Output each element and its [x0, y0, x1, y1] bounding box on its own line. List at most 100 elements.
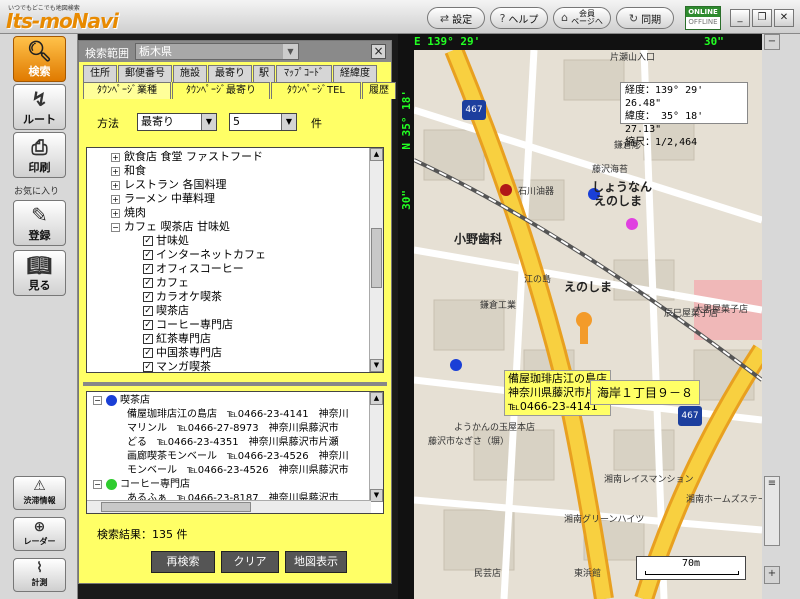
expand-icon[interactable]: +: [111, 166, 120, 176]
settings-button[interactable]: ⇄ 設定: [427, 7, 485, 29]
checkbox-checked-icon[interactable]: ✓: [143, 306, 153, 316]
tab-row1-4[interactable]: 駅: [253, 65, 275, 82]
result-group[interactable]: − コーヒー専門店: [93, 478, 190, 492]
zoom-slider[interactable]: ≡: [764, 476, 780, 546]
tree-checkbox-item[interactable]: ✓ 紅茶専門店: [143, 332, 211, 346]
tree-checkbox-item[interactable]: ✓ マンガ喫茶: [143, 360, 211, 372]
panel-close-button[interactable]: ×: [371, 44, 386, 59]
map-canvas[interactable]: 467 467 片瀬山入口 鎌倉彫 藤沢海苔 石川油器 しょうなん えのしま 小野歯科 えのし…: [414, 50, 762, 599]
result-row[interactable]: モンベール ℡0466-23-4526 神奈川県藤沢市: [127, 464, 349, 478]
checkbox-checked-icon[interactable]: ✓: [143, 278, 153, 288]
map-label: 江の島: [524, 275, 552, 285]
tab-row2-3[interactable]: 履歴: [362, 82, 396, 99]
latitude-value: 緯度： 35° 18' 27.13": [625, 111, 704, 135]
checkbox-checked-icon[interactable]: ✓: [143, 334, 153, 344]
result-row[interactable]: 画廊喫茶モンベール ℡0466-23-4526 神奈川: [127, 450, 349, 464]
tab-row1-3[interactable]: 最寄り: [208, 65, 252, 82]
tree-category-item[interactable]: − カフェ 喫茶店 甘味処: [111, 220, 230, 234]
result-row[interactable]: 備屋珈琲店江の島店 ℡0466-23-4141 神奈川: [127, 408, 349, 422]
collapse-icon[interactable]: −: [93, 395, 102, 405]
hscroll-thumb[interactable]: [101, 502, 251, 512]
tab-row2-2[interactable]: ﾀｳﾝﾍﾟｰｼﾞTEL: [271, 82, 361, 99]
map-label: ようかんの玉屋本店: [454, 423, 536, 433]
zoom-in-button[interactable]: +: [764, 566, 780, 584]
scroll-down-icon[interactable]: ▼: [370, 489, 383, 502]
result-row[interactable]: マリンル ℡0466-27-8973 神奈川県藤沢市: [127, 422, 339, 436]
result-group[interactable]: − 喫茶店: [93, 394, 150, 408]
close-button[interactable]: ✕: [774, 9, 794, 27]
checkbox-checked-icon[interactable]: ✓: [143, 362, 153, 372]
offline-label: OFFLINE: [688, 18, 718, 26]
scroll-thumb[interactable]: [371, 228, 382, 288]
tree-checkbox-item[interactable]: ✓ 中国茶専門店: [143, 346, 222, 360]
tree-category-item[interactable]: + 焼肉: [111, 206, 146, 220]
tab-row1-6[interactable]: 経緯度: [333, 65, 377, 82]
result-row[interactable]: どる ℡0466-23-4351 神奈川県藤沢市片瀬: [127, 436, 339, 450]
expand-icon[interactable]: +: [111, 180, 120, 190]
map-label: 東浜館: [574, 569, 602, 579]
tree-category-item[interactable]: + レストラン 各国料理: [111, 178, 227, 192]
scale-value: 縮尺：1/2,464: [625, 137, 698, 148]
checkbox-checked-icon[interactable]: ✓: [143, 292, 153, 302]
search-range-select[interactable]: 栃木県 ▼: [135, 43, 299, 60]
tree-checkbox-item[interactable]: ✓ インターネットカフェ: [143, 248, 266, 262]
pane-splitter[interactable]: [83, 382, 387, 386]
help-button[interactable]: ? ヘルプ: [490, 7, 548, 29]
expand-icon[interactable]: +: [111, 152, 120, 162]
tree-category-item[interactable]: + 飲食店 食堂 ファストフード: [111, 150, 263, 164]
tree-scrollbar[interactable]: ▲ ▼: [369, 148, 383, 372]
expand-icon[interactable]: +: [111, 208, 120, 218]
scroll-down-icon[interactable]: ▼: [370, 359, 383, 372]
register-favorite-button[interactable]: ✎ 登録: [13, 200, 66, 246]
tab-row1-0[interactable]: 住所: [83, 65, 117, 82]
tab-row2-0[interactable]: ﾀｳﾝﾍﾟｰｼﾞ業種: [83, 82, 171, 99]
checkbox-checked-icon[interactable]: ✓: [143, 320, 153, 330]
minus-icon: −: [767, 36, 777, 47]
close-icon: ✕: [779, 12, 789, 23]
collapse-icon[interactable]: −: [93, 479, 102, 489]
print-button[interactable]: ⎙ 印刷: [13, 132, 66, 178]
checkbox-checked-icon[interactable]: ✓: [143, 250, 153, 260]
tab-row2-1[interactable]: ﾀｳﾝﾍﾟｰｼﾞ最寄り: [172, 82, 270, 99]
results-vscroll[interactable]: ▲ ▼: [369, 392, 383, 502]
checkbox-checked-icon[interactable]: ✓: [143, 348, 153, 358]
tab-row1-2[interactable]: 施設: [173, 65, 207, 82]
scroll-up-icon[interactable]: ▲: [370, 392, 383, 405]
route-mode-button[interactable]: ↯ ルート: [13, 84, 66, 130]
tree-category-item[interactable]: + 和食: [111, 164, 146, 178]
search-mode-button[interactable]: 🔍︎ 検索: [13, 36, 66, 82]
count-unit: 件: [311, 117, 322, 130]
show-map-button[interactable]: 地図表示: [285, 551, 347, 573]
view-favorites-button[interactable]: 📖︎ 見る: [13, 250, 66, 296]
tree-checkbox-item[interactable]: ✓ カフェ: [143, 276, 189, 290]
clear-button[interactable]: クリア: [221, 551, 279, 573]
online-status-toggle[interactable]: ONLINE OFFLINE: [685, 6, 721, 30]
traffic-info-button[interactable]: ⚠ 渋滞情報: [13, 476, 66, 510]
radar-button[interactable]: ⊕ レーダー: [13, 517, 66, 551]
tree-checkbox-item[interactable]: ✓ 甘味処: [143, 234, 189, 248]
collapse-icon[interactable]: −: [111, 222, 120, 232]
tree-checkbox-item[interactable]: ✓ 喫茶店: [143, 304, 189, 318]
measure-button[interactable]: ⌇ 計測: [13, 558, 66, 592]
expand-icon[interactable]: +: [111, 194, 120, 204]
tree-checkbox-item[interactable]: ✓ カラオケ喫茶: [143, 290, 222, 304]
tab-row1-5[interactable]: ﾏｯﾌﾟｺｰﾄﾞ: [276, 65, 332, 82]
count-select[interactable]: 5 ▼: [229, 113, 297, 131]
tree-checkbox-item[interactable]: ✓ オフィスコーヒー: [143, 262, 244, 276]
results-hscroll[interactable]: [87, 500, 371, 513]
checkbox-checked-icon[interactable]: ✓: [143, 264, 153, 274]
minimize-button[interactable]: _: [730, 9, 750, 27]
member-page-button[interactable]: ⌂ 会員 ページへ: [553, 7, 611, 29]
method-select[interactable]: 最寄り ▼: [137, 113, 217, 131]
checkbox-checked-icon[interactable]: ✓: [143, 236, 153, 246]
tab-row1-1[interactable]: 郵便番号: [118, 65, 172, 82]
tree-category-item[interactable]: + ラーメン 中華料理: [111, 192, 215, 206]
scroll-up-icon[interactable]: ▲: [370, 148, 383, 161]
result-text: 喫茶店: [120, 395, 150, 406]
map-label: 湘南レイスマンション: [604, 475, 694, 485]
tree-checkbox-item[interactable]: ✓ コーヒー専門店: [143, 318, 233, 332]
maximize-button[interactable]: ❐: [752, 9, 772, 27]
zoom-out-button[interactable]: −: [764, 34, 780, 50]
sync-button[interactable]: ↻ 同期: [616, 7, 674, 29]
research-button[interactable]: 再検索: [151, 551, 215, 573]
